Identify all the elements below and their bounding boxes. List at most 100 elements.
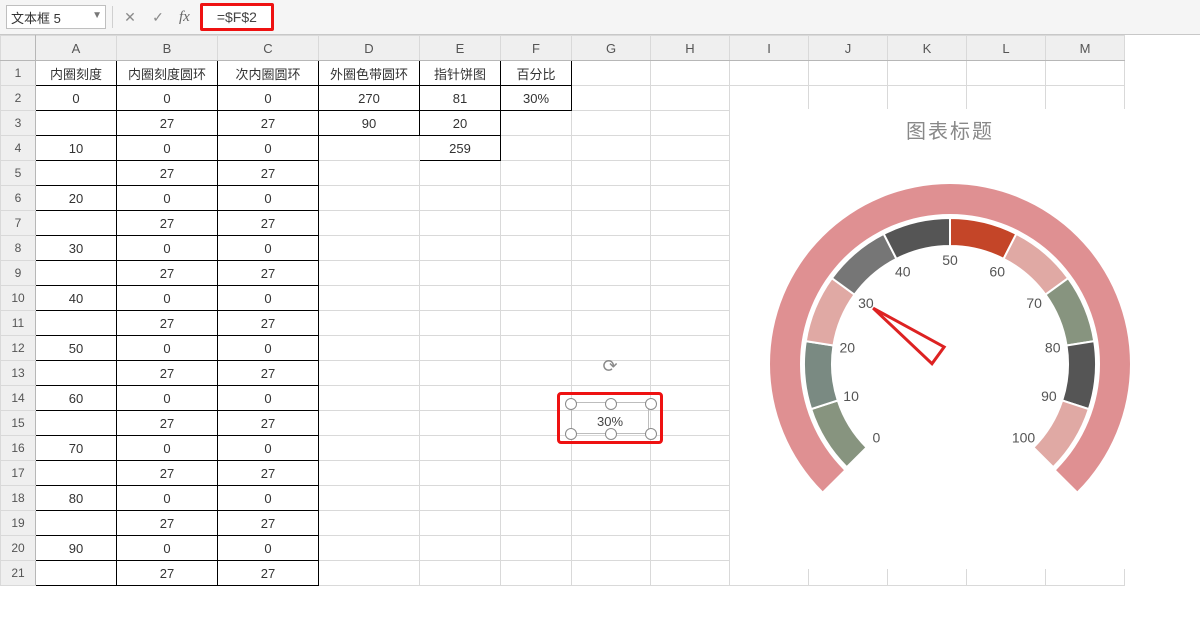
row-header-16[interactable]: 16: [1, 436, 36, 461]
cell-H11[interactable]: [651, 311, 730, 336]
row-header-13[interactable]: 13: [1, 361, 36, 386]
row-header-5[interactable]: 5: [1, 161, 36, 186]
cell-C18[interactable]: 0: [218, 486, 319, 511]
cancel-icon[interactable]: ✕: [119, 6, 141, 28]
cell-D3[interactable]: 90: [319, 111, 420, 136]
resize-handle[interactable]: [565, 398, 577, 410]
cell-G4[interactable]: [572, 136, 651, 161]
cell-B17[interactable]: 27: [117, 461, 218, 486]
cell-B20[interactable]: 0: [117, 536, 218, 561]
col-header-K[interactable]: K: [888, 36, 967, 61]
cell-B9[interactable]: 27: [117, 261, 218, 286]
cell-B3[interactable]: 27: [117, 111, 218, 136]
cell-A11[interactable]: [36, 311, 117, 336]
cell-B11[interactable]: 27: [117, 311, 218, 336]
cell-D20[interactable]: [319, 536, 420, 561]
cell-C5[interactable]: 27: [218, 161, 319, 186]
cell-A5[interactable]: [36, 161, 117, 186]
cell-G21[interactable]: [572, 561, 651, 586]
cell-E9[interactable]: [420, 261, 501, 286]
cell-A4[interactable]: 10: [36, 136, 117, 161]
cell-D17[interactable]: [319, 461, 420, 486]
cell-C11[interactable]: 27: [218, 311, 319, 336]
cell-G18[interactable]: [572, 486, 651, 511]
cell-C7[interactable]: 27: [218, 211, 319, 236]
cell-F13[interactable]: [501, 361, 572, 386]
name-box[interactable]: 文本框 5 ▼: [6, 5, 106, 29]
cell-M1[interactable]: [1046, 61, 1125, 86]
cell-H10[interactable]: [651, 286, 730, 311]
cell-H5[interactable]: [651, 161, 730, 186]
cell-G5[interactable]: [572, 161, 651, 186]
row-header-11[interactable]: 11: [1, 311, 36, 336]
cell-D7[interactable]: [319, 211, 420, 236]
cell-B19[interactable]: 27: [117, 511, 218, 536]
cell-A2[interactable]: 0: [36, 86, 117, 111]
cell-A16[interactable]: 70: [36, 436, 117, 461]
textbox-selection[interactable]: ⟳ 30%: [557, 392, 663, 444]
cell-F19[interactable]: [501, 511, 572, 536]
cell-E16[interactable]: [420, 436, 501, 461]
row-header-6[interactable]: 6: [1, 186, 36, 211]
resize-handle[interactable]: [605, 398, 617, 410]
cell-G1[interactable]: [572, 61, 651, 86]
cell-D14[interactable]: [319, 386, 420, 411]
cell-I2[interactable]: [730, 86, 809, 111]
cell-B1[interactable]: 内圈刻度圆环: [117, 61, 218, 86]
cell-D13[interactable]: [319, 361, 420, 386]
cell-B10[interactable]: 0: [117, 286, 218, 311]
cell-D15[interactable]: [319, 411, 420, 436]
cell-F3[interactable]: [501, 111, 572, 136]
cell-C14[interactable]: 0: [218, 386, 319, 411]
cell-G9[interactable]: [572, 261, 651, 286]
row-header-21[interactable]: 21: [1, 561, 36, 586]
cell-B18[interactable]: 0: [117, 486, 218, 511]
row-header-3[interactable]: 3: [1, 111, 36, 136]
cell-F6[interactable]: [501, 186, 572, 211]
cell-C16[interactable]: 0: [218, 436, 319, 461]
cell-F12[interactable]: [501, 336, 572, 361]
cell-F4[interactable]: [501, 136, 572, 161]
cell-E3[interactable]: 20: [420, 111, 501, 136]
cell-G6[interactable]: [572, 186, 651, 211]
formula-input[interactable]: =$F$2: [200, 3, 1194, 31]
cell-D21[interactable]: [319, 561, 420, 586]
cell-H7[interactable]: [651, 211, 730, 236]
cell-C12[interactable]: 0: [218, 336, 319, 361]
row-header-10[interactable]: 10: [1, 286, 36, 311]
cell-E13[interactable]: [420, 361, 501, 386]
cell-F11[interactable]: [501, 311, 572, 336]
cell-C17[interactable]: 27: [218, 461, 319, 486]
cell-B6[interactable]: 0: [117, 186, 218, 211]
cell-F1[interactable]: 百分比: [501, 61, 572, 86]
cell-C10[interactable]: 0: [218, 286, 319, 311]
cell-D6[interactable]: [319, 186, 420, 211]
col-header-H[interactable]: H: [651, 36, 730, 61]
cell-E10[interactable]: [420, 286, 501, 311]
col-header-L[interactable]: L: [967, 36, 1046, 61]
col-header-B[interactable]: B: [117, 36, 218, 61]
cell-F7[interactable]: [501, 211, 572, 236]
cell-E2[interactable]: 81: [420, 86, 501, 111]
cell-H21[interactable]: [651, 561, 730, 586]
col-header-M[interactable]: M: [1046, 36, 1125, 61]
cell-A7[interactable]: [36, 211, 117, 236]
cell-E7[interactable]: [420, 211, 501, 236]
cell-E15[interactable]: [420, 411, 501, 436]
cell-D1[interactable]: 外圈色带圆环: [319, 61, 420, 86]
cell-A8[interactable]: 30: [36, 236, 117, 261]
cell-D10[interactable]: [319, 286, 420, 311]
col-header-F[interactable]: F: [501, 36, 572, 61]
cell-E14[interactable]: [420, 386, 501, 411]
cell-C15[interactable]: 27: [218, 411, 319, 436]
row-header-20[interactable]: 20: [1, 536, 36, 561]
cell-G19[interactable]: [572, 511, 651, 536]
cell-E11[interactable]: [420, 311, 501, 336]
cell-D5[interactable]: [319, 161, 420, 186]
cell-C4[interactable]: 0: [218, 136, 319, 161]
cell-J1[interactable]: [809, 61, 888, 86]
cell-E21[interactable]: [420, 561, 501, 586]
col-header-A[interactable]: A: [36, 36, 117, 61]
cell-G8[interactable]: [572, 236, 651, 261]
resize-handle[interactable]: [605, 428, 617, 440]
